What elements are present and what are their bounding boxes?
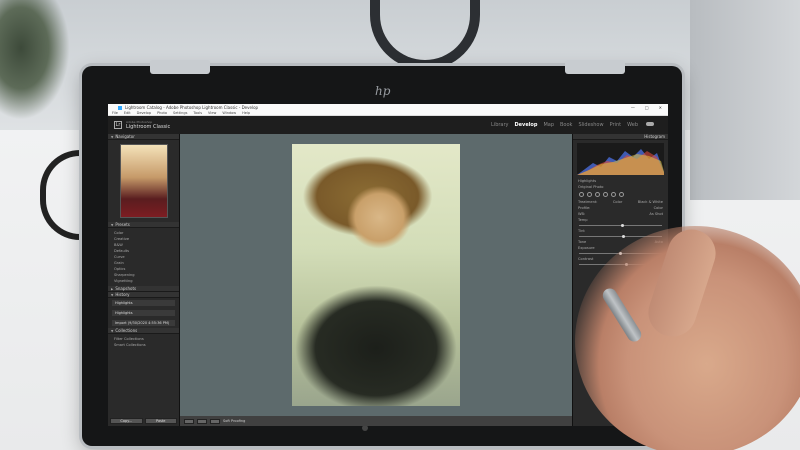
wb-value[interactable]: As Shot <box>649 212 663 216</box>
collapse-icon: ▼ <box>111 134 114 139</box>
treatment-label: Treatment: <box>578 200 598 204</box>
navigator-header[interactable]: ▼ Navigator <box>108 134 179 140</box>
before-after-button[interactable] <box>197 418 207 424</box>
exposure-label: Exposure <box>578 246 595 250</box>
temp-slider[interactable] <box>579 223 662 227</box>
collection-item[interactable]: Smart Collections <box>114 342 173 348</box>
collapse-icon: ▼ <box>111 222 114 227</box>
left-panel: ▼ Navigator ▼ Presets Color Creative B&W D… <box>108 134 180 426</box>
identity-plate: Lr Adobe Photoshop Lightroom Classic Lib… <box>108 116 668 134</box>
lightroom-logo: Lr <box>114 121 122 129</box>
identity-text: Adobe Photoshop Lightroom Classic <box>126 120 170 130</box>
highlights-label: Highlights <box>578 179 597 183</box>
radial-filter-icon[interactable] <box>611 192 616 197</box>
module-develop[interactable]: Develop <box>515 122 538 128</box>
window-title: Lightroom Catalog - Adobe Photoshop Ligh… <box>125 105 259 110</box>
hp-logo: hp <box>375 84 391 98</box>
develop-toolbar: Soft Proofing <box>180 416 572 426</box>
paste-button[interactable]: Paste <box>144 418 177 424</box>
tool-strip <box>573 190 668 199</box>
hinge-left <box>150 60 210 74</box>
loupe-view-button[interactable] <box>184 418 194 424</box>
compare-button[interactable] <box>210 418 220 424</box>
module-slideshow[interactable]: Slideshow <box>578 122 603 128</box>
cloud-sync-icon[interactable] <box>646 122 654 126</box>
menu-settings[interactable]: Settings <box>173 111 187 115</box>
module-library[interactable]: Library <box>491 122 508 128</box>
history-item[interactable]: Highlights <box>112 310 175 316</box>
temp-label: Temp <box>578 218 588 222</box>
crop-icon[interactable] <box>579 192 584 197</box>
slider-handle[interactable] <box>620 223 624 227</box>
history-title: History <box>115 292 130 297</box>
module-web[interactable]: Web <box>627 122 638 128</box>
original-photo-label: Original Photo <box>578 185 604 189</box>
lamp <box>370 0 480 70</box>
histogram-graph <box>577 149 664 175</box>
module-map[interactable]: Map <box>543 122 554 128</box>
preset-list: Color Creative B&W Defaults Curve Grain … <box>108 228 179 286</box>
expand-icon: ▶ <box>111 286 114 291</box>
copy-button[interactable]: Copy... <box>110 418 143 424</box>
module-book[interactable]: Book <box>560 122 572 128</box>
plant <box>0 0 70 120</box>
module-picker: Library Develop Map Book Slideshow Print… <box>491 122 668 128</box>
treatment-bw[interactable]: Black & White <box>638 200 663 204</box>
temp-row: Temp <box>573 217 668 223</box>
profile-value[interactable]: Color <box>654 206 663 210</box>
treatment-color[interactable]: Color <box>613 200 622 204</box>
app-icon <box>118 105 122 110</box>
photo-scene: hp Lightroom Catalog - Adobe Photoshop L… <box>0 0 800 450</box>
tone-label: Tone <box>578 240 587 244</box>
history-header[interactable]: ▼ History <box>108 292 179 298</box>
history-item[interactable]: Import (9/30/2020 4:55:36 PM) <box>112 320 175 326</box>
navigator-title: Navigator <box>115 134 135 139</box>
histogram-title: Histogram <box>644 134 665 139</box>
copy-paste-bar: Copy... Paste <box>108 416 179 426</box>
tint-label: Tint <box>578 229 585 233</box>
menu-file[interactable]: File <box>112 111 118 115</box>
collection-list: Filter Collections Smart Collections <box>108 334 179 350</box>
chair <box>690 0 800 200</box>
image-canvas[interactable]: Soft Proofing <box>180 134 572 426</box>
identity-line2: Lightroom Classic <box>126 124 171 130</box>
window-titlebar: Lightroom Catalog - Adobe Photoshop Ligh… <box>108 104 668 111</box>
window-controls[interactable]: — □ ✕ <box>631 105 668 110</box>
red-eye-icon[interactable] <box>595 192 600 197</box>
spot-removal-icon[interactable] <box>587 192 592 197</box>
slider-handle[interactable] <box>622 234 626 238</box>
menu-view[interactable]: View <box>208 111 216 115</box>
navigator-thumbnail[interactable] <box>119 144 168 218</box>
collapse-icon: ▼ <box>111 328 114 333</box>
histogram-header[interactable]: Histogram <box>573 134 668 140</box>
collapse-icon: ▼ <box>111 292 114 297</box>
histogram <box>577 143 664 175</box>
presets-title: Presets <box>115 222 130 227</box>
menu-help[interactable]: Help <box>242 111 250 115</box>
collections-title: Collections <box>115 328 138 333</box>
contrast-label: Contrast <box>578 257 594 261</box>
brush-icon[interactable] <box>619 192 624 197</box>
profile-label: Profile: <box>578 206 591 210</box>
graduated-filter-icon[interactable] <box>603 192 608 197</box>
portrait-photo[interactable] <box>292 144 460 406</box>
preset-item[interactable]: Vignetting <box>114 278 173 284</box>
hinge-right <box>565 60 625 74</box>
menu-tools[interactable]: Tools <box>193 111 202 115</box>
minimize-button[interactable]: — <box>631 105 635 110</box>
module-print[interactable]: Print <box>610 122 622 128</box>
snapshots-title: Snapshots <box>115 286 137 291</box>
close-button[interactable]: ✕ <box>659 105 662 110</box>
soft-proofing-checkbox[interactable]: Soft Proofing <box>223 419 245 423</box>
menu-window[interactable]: Window <box>222 111 236 115</box>
menu-develop[interactable]: Develop <box>137 111 151 115</box>
menu-photo[interactable]: Photo <box>157 111 167 115</box>
maximize-button[interactable]: □ <box>645 105 649 110</box>
history-item[interactable]: Highlights <box>112 300 175 306</box>
menu-edit[interactable]: Edit <box>124 111 131 115</box>
wb-label: WB: <box>578 212 586 216</box>
